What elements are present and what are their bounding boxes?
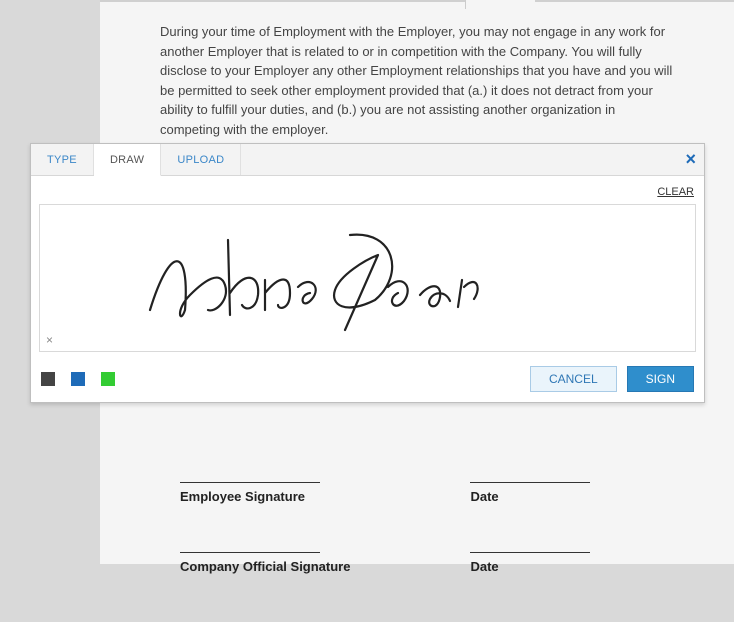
sign-button[interactable]: SIGN	[627, 366, 694, 392]
clear-link[interactable]: CLEAR	[39, 182, 696, 204]
employee-signature-label: Employee Signature	[180, 489, 350, 504]
document-paragraph: During your time of Employment with the …	[160, 22, 674, 139]
modal-footer: CANCEL SIGN	[31, 352, 704, 402]
tab-type[interactable]: TYPE	[31, 144, 94, 175]
signature-canvas[interactable]: ×	[39, 204, 696, 352]
canvas-clear-icon[interactable]: ×	[46, 333, 53, 347]
modal-tabs: TYPE DRAW UPLOAD ×	[31, 144, 704, 176]
close-icon[interactable]: ×	[685, 150, 696, 168]
color-swatch-blue[interactable]	[71, 372, 85, 386]
tab-upload[interactable]: UPLOAD	[161, 144, 241, 175]
signature-modal: TYPE DRAW UPLOAD × CLEAR × CANCEL SIGN	[30, 143, 705, 403]
modal-body: CLEAR ×	[31, 176, 704, 352]
color-swatch-black[interactable]	[41, 372, 55, 386]
signature-line	[180, 482, 320, 483]
signature-line	[470, 552, 590, 553]
drawn-signature	[130, 215, 530, 335]
toolbar-fragment	[465, 0, 535, 9]
signature-line	[180, 552, 320, 553]
date-label: Date	[470, 489, 590, 504]
date-label: Date	[470, 559, 590, 574]
company-signature-label: Company Official Signature	[180, 559, 350, 574]
color-swatch-green[interactable]	[101, 372, 115, 386]
signature-block: Employee Signature Company Official Sign…	[160, 482, 674, 622]
cancel-button[interactable]: CANCEL	[530, 366, 617, 392]
signature-line	[470, 482, 590, 483]
tab-draw[interactable]: DRAW	[94, 144, 161, 176]
